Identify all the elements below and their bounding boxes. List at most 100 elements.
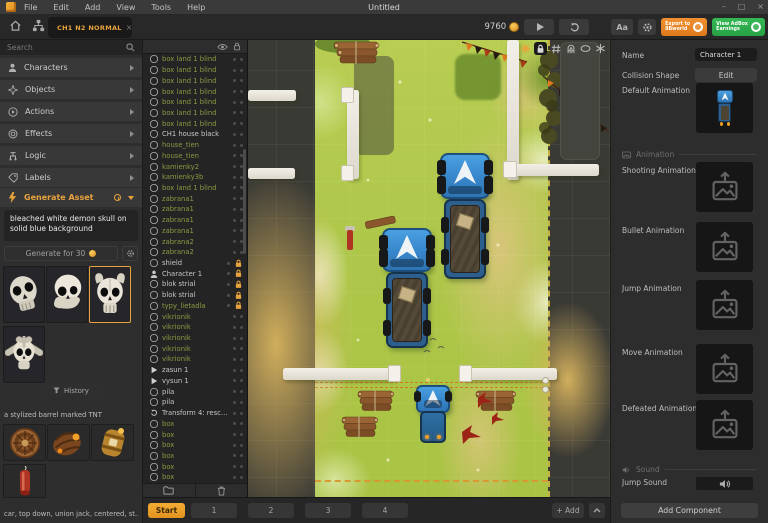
sidebar-item-effects[interactable]: Effects [0, 124, 142, 143]
lock-tool-icon[interactable] [534, 42, 547, 55]
visibility-dot[interactable] [233, 315, 236, 319]
list-item[interactable]: vysun 1 [143, 376, 247, 387]
visibility-dot[interactable] [233, 250, 236, 254]
visibility-dot[interactable] [233, 411, 236, 415]
menu-edit[interactable]: Edit [53, 3, 69, 12]
level-2-button[interactable]: 2 [248, 503, 294, 518]
add-component-button[interactable]: Add Component [621, 503, 758, 518]
history-button[interactable]: History [39, 384, 103, 397]
visibility-dot[interactable] [233, 347, 236, 351]
list-item[interactable]: pila [143, 386, 247, 397]
visibility-dot[interactable] [233, 207, 236, 211]
list-item[interactable]: vikrionik [143, 311, 247, 322]
list-item[interactable]: zasun 1 [143, 365, 247, 376]
visibility-dot[interactable] [227, 272, 230, 276]
generate-button[interactable]: Generate for 30 [4, 246, 118, 261]
visibility-dot[interactable] [227, 261, 230, 265]
menu-view[interactable]: View [116, 3, 135, 12]
lock-dot[interactable] [240, 122, 243, 126]
list-item[interactable]: box [143, 429, 247, 440]
locked-icon[interactable] [234, 280, 243, 289]
bullet-animation-upload[interactable] [696, 222, 753, 272]
list-item[interactable]: house_tien [143, 150, 247, 161]
visibility-dot[interactable] [233, 379, 236, 383]
visibility-dot[interactable] [233, 197, 236, 201]
barricade-wall[interactable] [248, 168, 295, 179]
sidebar-item-logic[interactable]: Logic [0, 146, 142, 165]
maximize-icon[interactable]: □ [738, 0, 746, 14]
list-item[interactable]: vikrionik [143, 354, 247, 365]
visibility-dot[interactable] [227, 304, 230, 308]
menu-tools[interactable]: Tools [151, 3, 171, 12]
lock-dot[interactable] [240, 315, 243, 319]
list-item[interactable]: zabrana2 [143, 247, 247, 258]
snap-tool-icon[interactable] [594, 42, 607, 55]
lock-dot[interactable] [240, 111, 243, 115]
list-item[interactable]: box land 1 blind [143, 118, 247, 129]
home-icon[interactable] [7, 19, 23, 32]
lock-dot[interactable] [240, 368, 243, 372]
tractor-sprite-3[interactable] [414, 385, 452, 445]
list-item[interactable]: box [143, 451, 247, 462]
list-item[interactable]: box land 1 blind [143, 97, 247, 108]
visibility-dot[interactable] [233, 390, 236, 394]
settings-button[interactable] [638, 19, 657, 35]
list-item[interactable]: Transform 4: rescue... [143, 408, 247, 419]
lock-dot[interactable] [240, 422, 243, 426]
lock-dot[interactable] [240, 325, 243, 329]
lock-dot[interactable] [240, 475, 243, 479]
edit-collision-button[interactable]: Edit [695, 68, 757, 82]
app-logo-icon[interactable] [6, 2, 16, 12]
add-level-button[interactable]: + Add [552, 503, 584, 518]
visibility-dot[interactable] [233, 132, 236, 136]
list-item[interactable]: zabrana1 [143, 226, 247, 237]
list-item[interactable]: typy_lietadla [143, 301, 247, 312]
lock-dot[interactable] [240, 132, 243, 136]
locked-icon[interactable] [234, 291, 243, 300]
visibility-dot[interactable] [227, 282, 230, 286]
visibility-dot[interactable] [233, 100, 236, 104]
lock-dot[interactable] [240, 57, 243, 61]
barricade-wall[interactable] [507, 164, 599, 176]
list-item[interactable]: box land 1 blind [143, 54, 247, 65]
visibility-dot[interactable] [233, 79, 236, 83]
visibility-dot[interactable] [227, 293, 230, 297]
jump-animation-upload[interactable] [696, 280, 753, 330]
hierarchy-icon[interactable] [30, 19, 46, 32]
visibility-dot[interactable] [233, 433, 236, 437]
generated-image-dynamite[interactable] [3, 464, 46, 498]
lock-dot[interactable] [240, 357, 243, 361]
visibility-dot[interactable] [233, 443, 236, 447]
visibility-dot[interactable] [233, 336, 236, 340]
search-input[interactable] [7, 43, 126, 52]
level-4-button[interactable]: 4 [362, 503, 408, 518]
play-button[interactable] [524, 19, 555, 35]
visibility-icon[interactable] [217, 43, 228, 51]
lock-dot[interactable] [240, 79, 243, 83]
generate-prompt-input[interactable]: bleached white demon skull on solid blue… [4, 210, 138, 241]
barricade-wall[interactable] [507, 40, 519, 180]
lock-dot[interactable] [240, 336, 243, 340]
sidebar-item-generate-asset[interactable]: Generate Asset [0, 188, 142, 207]
visibility-dot[interactable] [233, 240, 236, 244]
visibility-dot[interactable] [233, 143, 236, 147]
lock-icon[interactable] [233, 42, 241, 51]
visibility-dot[interactable] [233, 325, 236, 329]
locked-icon[interactable] [234, 301, 243, 310]
list-item[interactable]: box [143, 418, 247, 429]
lock-dot[interactable] [240, 143, 243, 147]
list-item[interactable]: zabrana2 [143, 236, 247, 247]
list-item[interactable]: Character 1 [143, 268, 247, 279]
list-item[interactable]: box land 1 blind [143, 86, 247, 97]
menu-add[interactable]: Add [85, 3, 101, 12]
lock-dot[interactable] [240, 90, 243, 94]
sidebar-item-actions[interactable]: Actions [0, 102, 142, 121]
shooting-animation-upload[interactable] [696, 162, 753, 212]
visibility-dot[interactable] [233, 154, 236, 158]
barricade-wall[interactable] [283, 368, 396, 380]
list-item[interactable]: kamienky2 [143, 161, 247, 172]
transform-tool-icon[interactable] [519, 42, 532, 55]
list-item[interactable]: box land 1 blind [143, 108, 247, 119]
visibility-dot[interactable] [233, 57, 236, 61]
delete-button[interactable] [196, 484, 248, 497]
